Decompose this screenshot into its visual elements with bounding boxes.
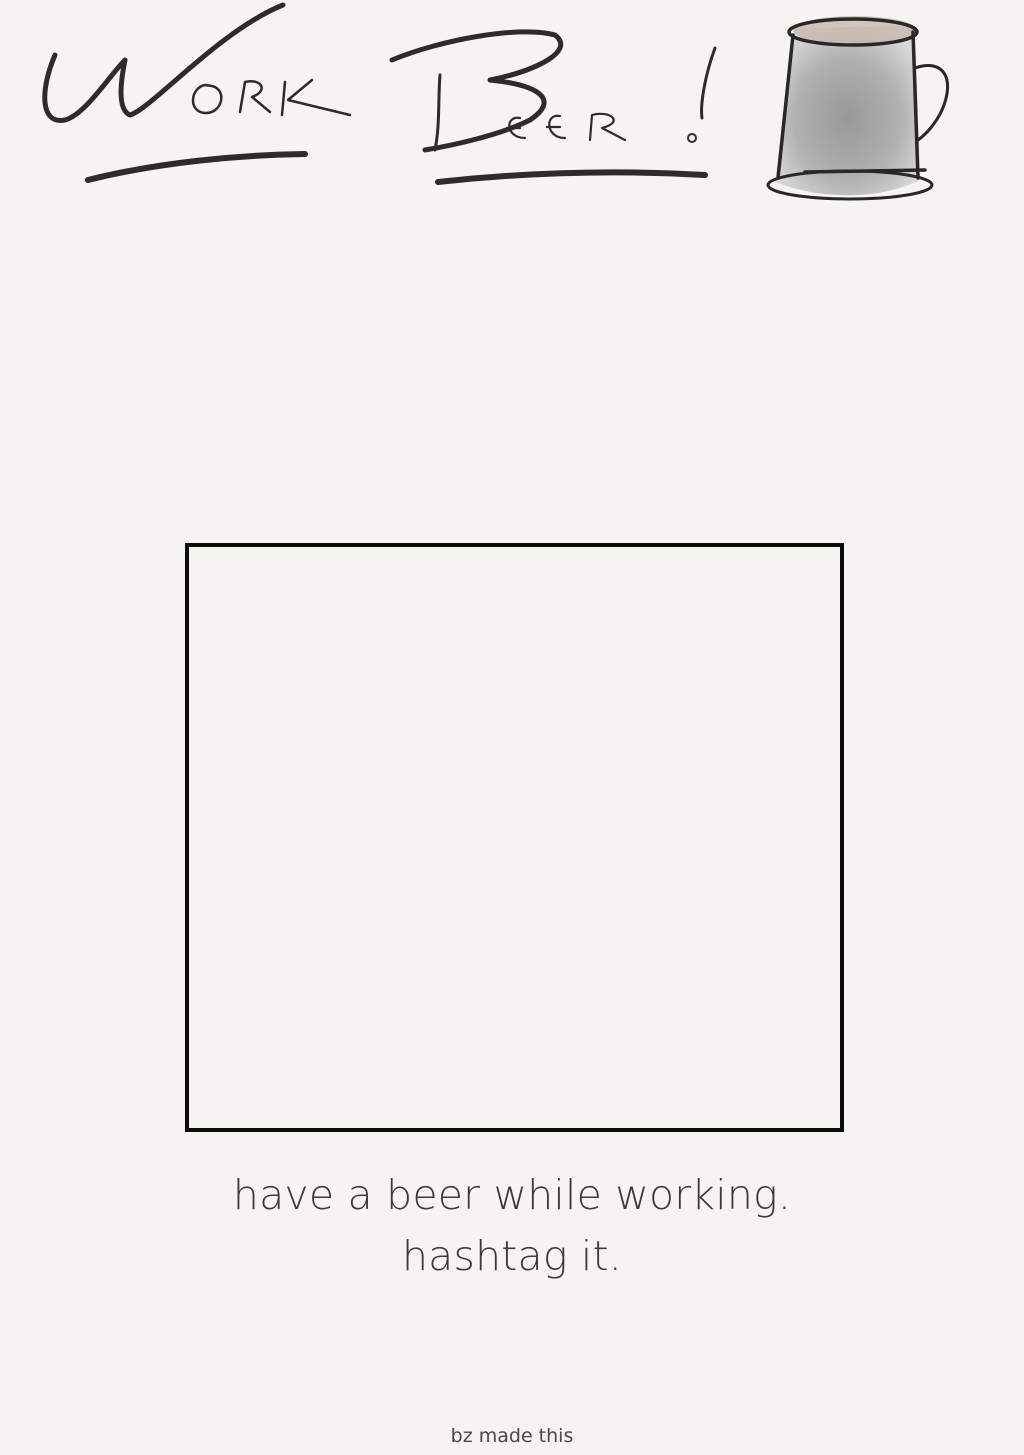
tagline: have a beer while working. hashtag it.	[0, 1165, 1024, 1287]
photo-frame[interactable]	[185, 543, 844, 1132]
tagline-line-1: have a beer while working.	[232, 1171, 792, 1219]
footer-credit: bz made this	[450, 1425, 574, 1447]
header	[0, 0, 1024, 220]
beer-mug-icon	[766, 16, 950, 201]
tagline-line-2: hashtag it.	[402, 1232, 622, 1280]
